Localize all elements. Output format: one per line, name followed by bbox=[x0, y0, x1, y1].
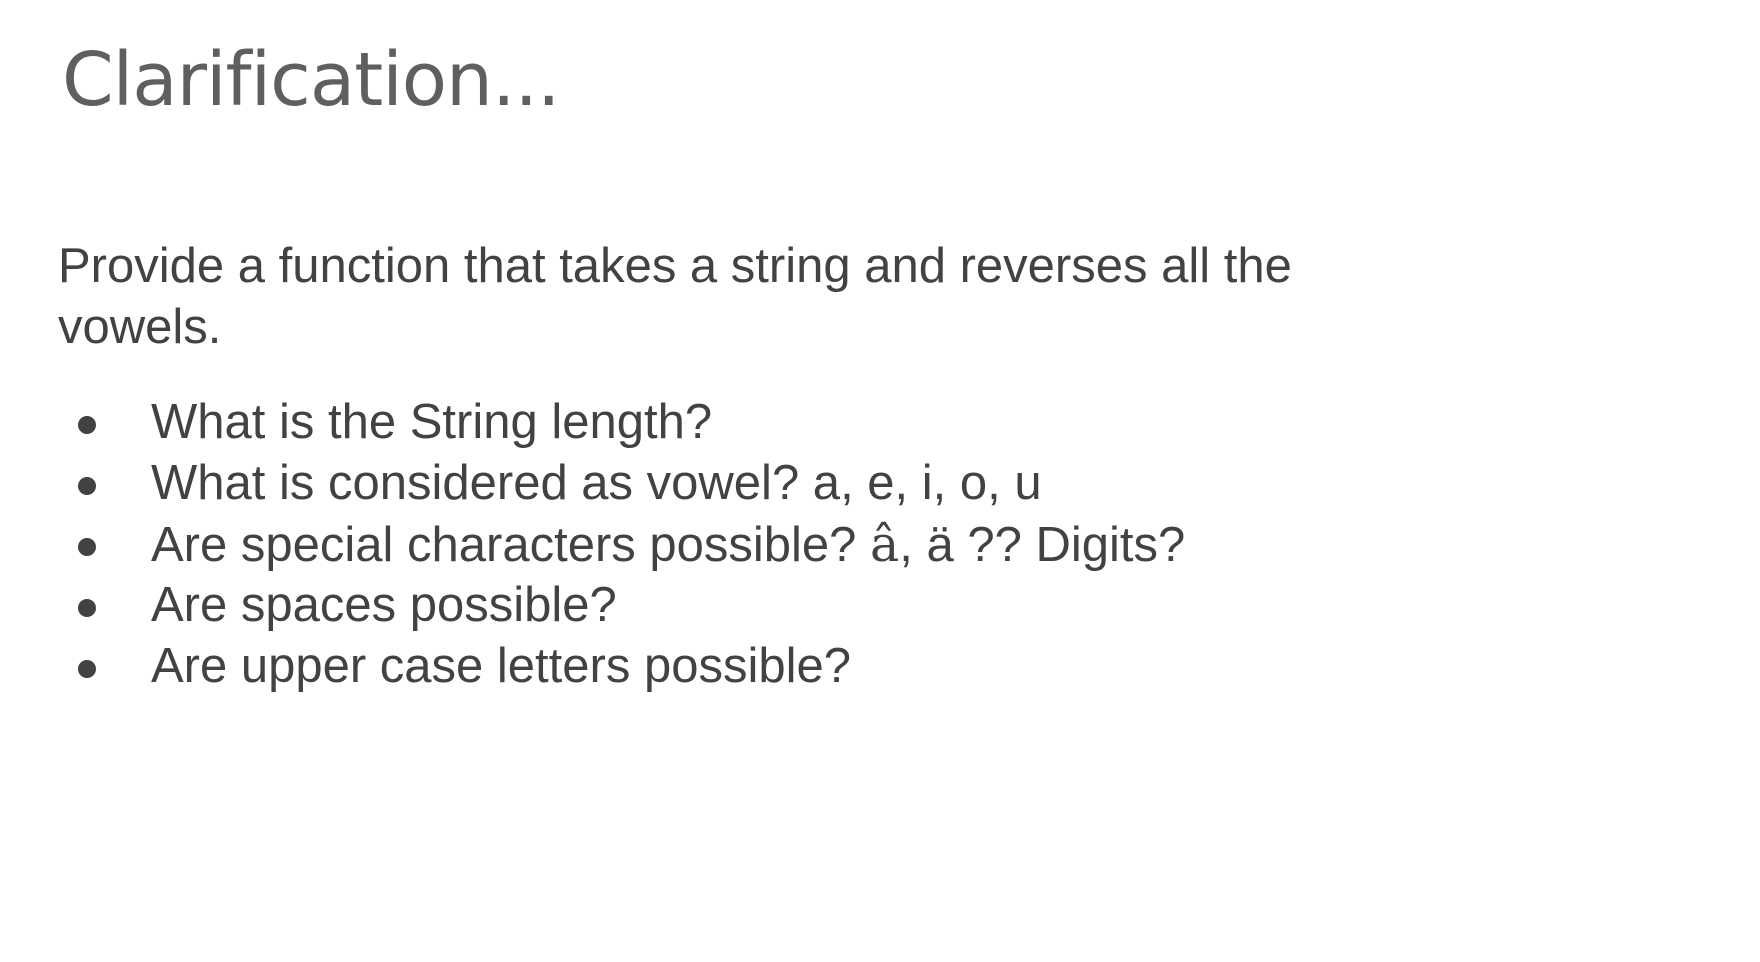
bullet-icon bbox=[78, 416, 96, 434]
bullet-icon bbox=[78, 599, 96, 617]
bullet-icon bbox=[78, 660, 96, 678]
slide: Clarification... Provide a function that… bbox=[0, 0, 1760, 962]
special-character: â bbox=[870, 516, 900, 573]
bullet-icon bbox=[78, 477, 96, 495]
list-item-text: Are spaces possible? bbox=[151, 578, 617, 632]
list-item-text: Are upper case letters possible? bbox=[151, 639, 851, 693]
list-item-text-part: Are special characters possible? bbox=[151, 518, 871, 572]
bullet-icon bbox=[78, 538, 96, 556]
slide-title: Clarification... bbox=[62, 37, 561, 123]
intro-paragraph: Provide a function that takes a string a… bbox=[58, 239, 1292, 354]
list-item-text: Are special characters possible? â, ä ??… bbox=[151, 514, 1185, 576]
list-item-text: What is the String length? bbox=[151, 395, 713, 449]
list-item-text: What is considered as vowel? a, e, i, o,… bbox=[151, 456, 1042, 510]
list-item-text-part: , ä ?? Digits? bbox=[899, 518, 1186, 572]
